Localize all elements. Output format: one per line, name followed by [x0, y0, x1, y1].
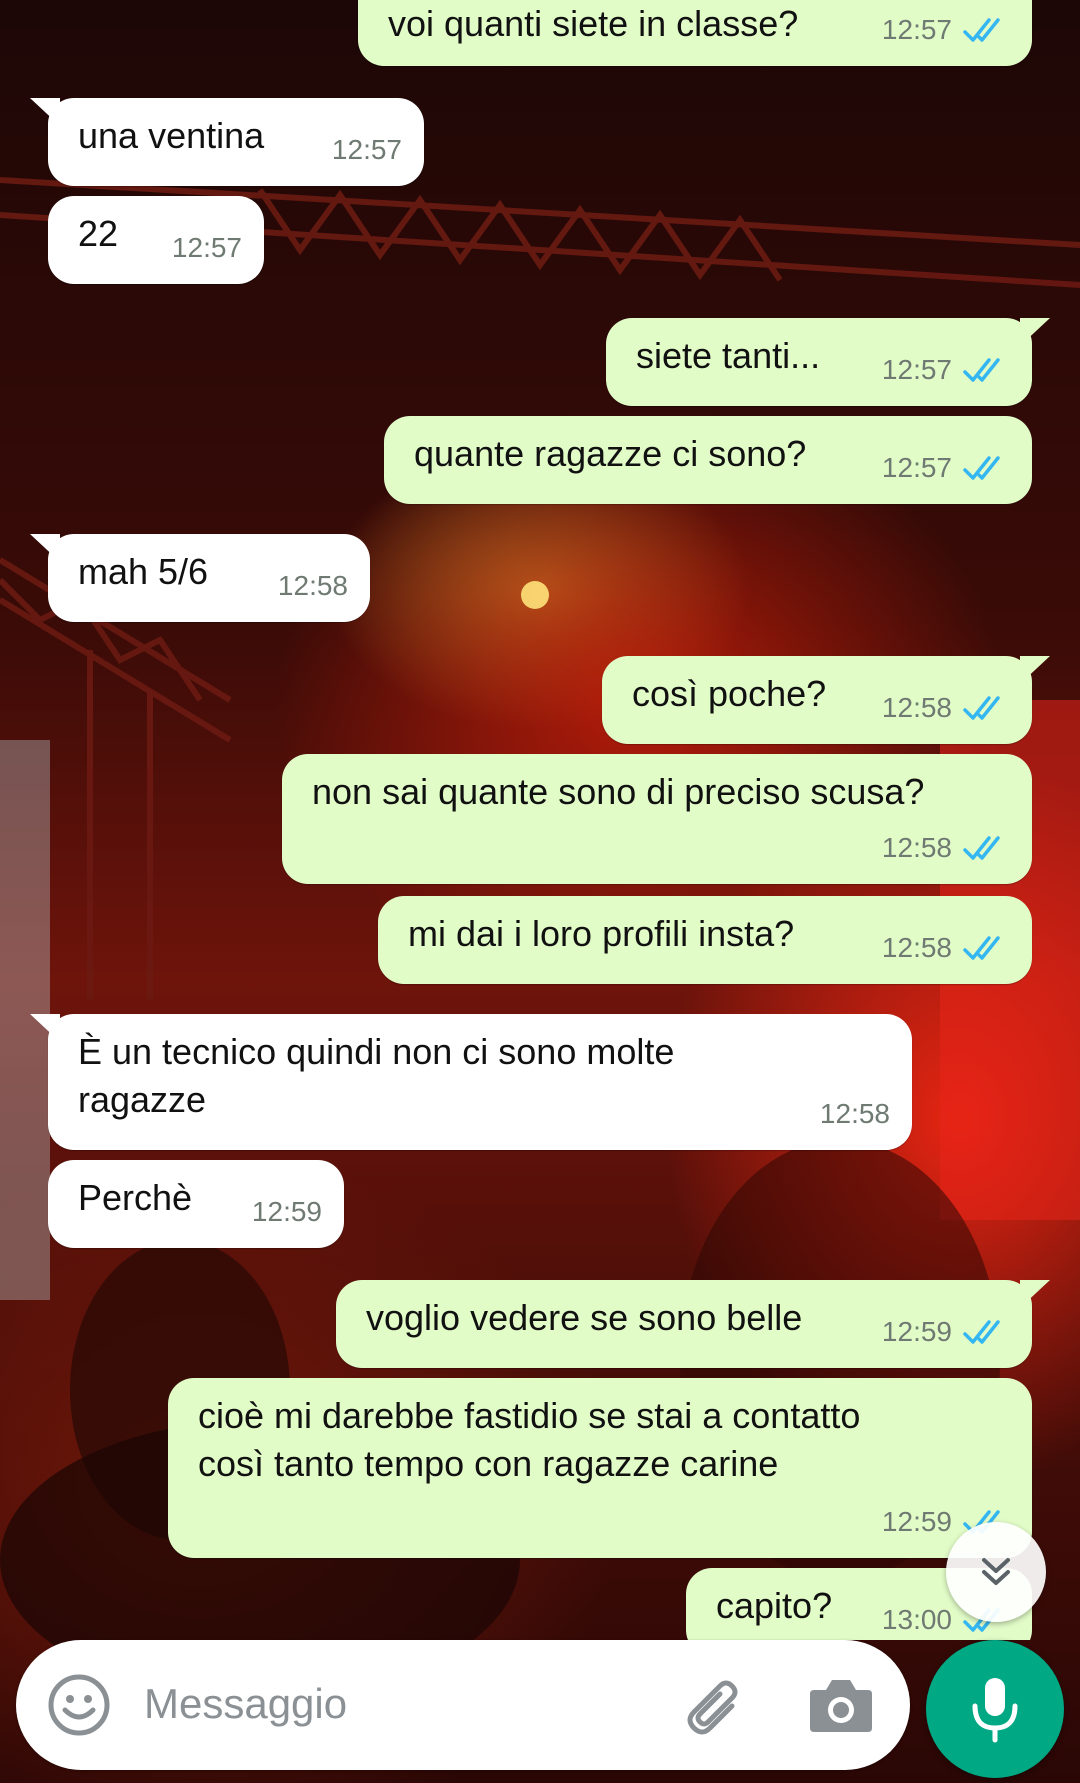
message-time: 12:58: [277, 570, 348, 601]
message-bubble-outgoing[interactable]: siete tanti... 12:57: [606, 318, 1050, 406]
message-meta: 12:58: [882, 684, 1008, 732]
message-bubble-outgoing[interactable]: quante ragazze ci sono? 12:57: [384, 416, 1032, 504]
message-time: 12:59: [251, 1196, 322, 1227]
message-bubble-incoming[interactable]: Perchè 12:59: [48, 1160, 344, 1248]
read-receipt-icon: [963, 358, 1000, 382]
message-meta: 12:57: [882, 444, 1008, 492]
read-receipt-icon: [963, 1320, 1000, 1344]
message-line: È un tecnico quindi non ci sono molte: [78, 1031, 675, 1072]
message-time: 12:59: [881, 1506, 952, 1537]
message-bubble-outgoing[interactable]: voi quanti siete in classe? 12:57: [358, 0, 1032, 66]
bubble-tail: [1020, 1280, 1050, 1308]
message-time: 12:57: [881, 354, 952, 385]
message-time: 13:00: [881, 1604, 952, 1635]
message-time: 12:58: [881, 832, 952, 863]
message-bubble-outgoing[interactable]: mi dai i loro profili insta? 12:58: [378, 896, 1032, 984]
message-time: 12:57: [881, 452, 952, 483]
message-meta: 12:59: [882, 1308, 1008, 1356]
message-bubble-incoming[interactable]: mah 5/6 12:58: [30, 534, 370, 622]
message-bubble-incoming[interactable]: una ventina 12:57: [30, 98, 424, 186]
message-time: 12:58: [819, 1098, 890, 1129]
message-text: Perchè: [78, 1177, 193, 1218]
read-receipt-icon: [963, 936, 1000, 960]
paperclip-icon[interactable]: [676, 1670, 752, 1746]
message-text: una ventina: [78, 115, 265, 156]
read-receipt-icon: [963, 18, 1000, 42]
message-meta: 12:58: [278, 562, 348, 610]
read-receipt-icon: [963, 696, 1000, 720]
bubble-tail: [30, 98, 60, 126]
message-text: capito?: [716, 1585, 833, 1626]
message-bubble-outgoing[interactable]: così poche? 12:58: [602, 656, 1050, 744]
message-meta: 12:57: [882, 6, 1008, 54]
double-chevron-down-icon: [982, 1558, 1010, 1585]
message-time: 12:59: [881, 1316, 952, 1347]
message-bubble-outgoing[interactable]: voglio vedere se sono belle 12:59: [336, 1280, 1050, 1368]
message-meta: 12:57: [882, 346, 1008, 394]
message-time: 12:58: [881, 932, 952, 963]
message-meta: 12:58: [882, 924, 1008, 972]
message-list[interactable]: voi quanti siete in classe? 12:57 una ve…: [0, 0, 1080, 1640]
message-meta: 12:57: [332, 126, 402, 174]
message-meta: 12:58: [820, 1090, 890, 1138]
read-receipt-icon: [963, 456, 1000, 480]
emoji-icon[interactable]: [46, 1672, 112, 1738]
message-text: quante ragazze ci sono?: [414, 433, 807, 474]
bubble-tail: [1020, 656, 1050, 684]
message-line: così tanto tempo con ragazze carine: [198, 1443, 779, 1484]
message-text: così poche?: [632, 673, 827, 714]
message-time: 12:57: [881, 14, 952, 45]
message-line: ragazze: [78, 1079, 207, 1120]
message-text: mi dai i loro profili insta?: [408, 913, 795, 954]
read-receipt-icon: [963, 836, 1000, 860]
message-composer[interactable]: Messaggio: [16, 1640, 910, 1770]
message-text: cioè mi darebbe fastidio se stai a conta…: [198, 1392, 860, 1488]
message-text: È un tecnico quindi non ci sono molte ra…: [78, 1028, 674, 1124]
message-line: cioè mi darebbe fastidio se stai a conta…: [198, 1395, 861, 1436]
message-text: non sai quante sono di preciso scusa?: [312, 771, 925, 812]
bubble-tail: [30, 1014, 60, 1042]
scroll-to-bottom-button[interactable]: [946, 1522, 1046, 1622]
message-text: 22: [78, 213, 119, 254]
message-meta: 12:57: [172, 224, 242, 272]
message-bubble-outgoing[interactable]: non sai quante sono di preciso scusa? 12…: [282, 754, 1032, 884]
message-time: 12:58: [881, 692, 952, 723]
message-text: mah 5/6: [78, 551, 209, 592]
message-time: 12:57: [171, 232, 242, 263]
camera-icon[interactable]: [806, 1672, 876, 1738]
voice-record-button[interactable]: [926, 1640, 1064, 1778]
message-text: voglio vedere se sono belle: [366, 1297, 803, 1338]
message-text: siete tanti...: [636, 335, 821, 376]
message-bubble-incoming[interactable]: È un tecnico quindi non ci sono molte ra…: [30, 1014, 912, 1150]
message-meta: 12:59: [252, 1188, 322, 1236]
message-time: 12:57: [331, 134, 402, 165]
bubble-tail: [30, 534, 60, 562]
message-meta: 12:58: [882, 824, 1008, 872]
message-bubble-outgoing[interactable]: cioè mi darebbe fastidio se stai a conta…: [168, 1378, 1032, 1558]
microphone-icon: [972, 1678, 1018, 1743]
message-input[interactable]: Messaggio: [144, 1680, 347, 1728]
message-text: voi quanti siete in classe?: [388, 3, 799, 44]
bubble-tail: [1020, 318, 1050, 346]
message-bubble-incoming[interactable]: 22 12:57: [48, 196, 264, 284]
